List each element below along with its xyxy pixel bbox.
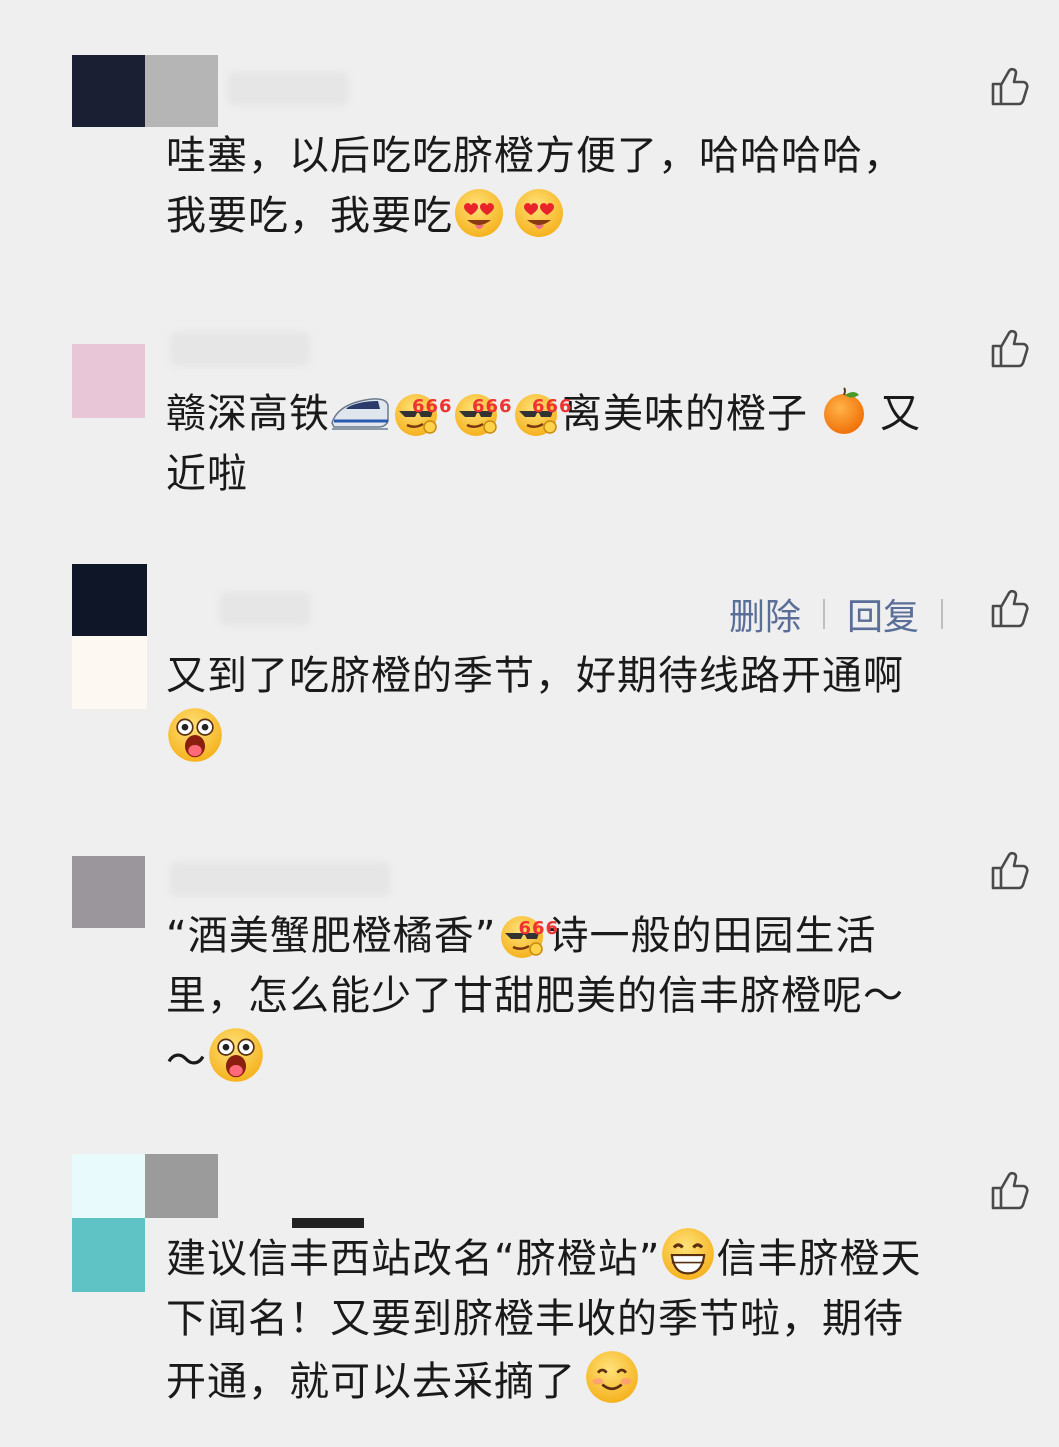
smiling-face-icon (584, 1349, 640, 1405)
avatar[interactable] (72, 856, 145, 928)
cool-666-icon: 666 (496, 907, 558, 959)
avatar-block (72, 564, 147, 636)
badge-666: 666 (518, 918, 560, 939)
cool-666-icon: 666 (450, 385, 512, 437)
avatar-block (72, 344, 145, 418)
avatar-block (72, 636, 147, 709)
divider (822, 599, 825, 629)
like-icon[interactable] (987, 586, 1031, 630)
comment-actions: 删除 回复 (729, 588, 965, 640)
divider (941, 599, 943, 629)
username-redacted (170, 332, 310, 366)
comment-1: 哇塞，以后吃吃脐橙方便了，哈哈哈哈， 我要吃，我要吃 (0, 0, 1059, 300)
orange-icon (818, 385, 870, 437)
heart-eyes-icon (453, 187, 505, 239)
avatar-block (72, 1218, 145, 1292)
comment-text-line: 里，怎么能少了甘甜肥美的信丰脐橙呢～ (166, 973, 904, 1019)
comment-text: 赣深高铁 666 666 666 离美味的橙子又近啦 (166, 384, 1019, 504)
comment-3: 删除 回复 又到了吃脐橙的季节，好期待线路开通啊 (0, 540, 1059, 830)
excited-face-icon (166, 706, 224, 764)
badge-666: 666 (412, 396, 453, 417)
avatar[interactable] (72, 344, 145, 418)
heart-eyes-icon (513, 187, 565, 239)
comment-text-line: 我要吃，我要吃 (166, 193, 453, 239)
comment-5: 建议信丰西站改名“脐橙站” 信丰脐橙天下闻名！又要到脐橙丰收的季节啦，期待 开通，就… (0, 1140, 1059, 1447)
cool-666-icon: 666 (390, 385, 452, 437)
comment-4: “酒美蟹肥橙橘香” 666 诗一般的田园生活里，怎么能少了甘甜肥美的信丰脐橙呢～ ～ (0, 830, 1059, 1140)
badge-666: 666 (472, 396, 513, 417)
like-icon[interactable] (987, 848, 1031, 892)
delete-link[interactable]: 删除 (729, 588, 801, 640)
comment-text-line: 赣深高铁 (166, 391, 330, 437)
comment-text-line: 离美味的橙子 (562, 391, 808, 437)
comment-text: 哇塞，以后吃吃脐橙方便了，哈哈哈哈， 我要吃，我要吃 (166, 126, 1019, 246)
avatar[interactable] (72, 55, 218, 127)
avatar-block (72, 1154, 145, 1218)
bullet-train-icon (330, 385, 390, 437)
like-icon[interactable] (987, 64, 1031, 108)
grinning-face-icon (660, 1226, 716, 1282)
username-redacted (228, 72, 348, 106)
comment-text: 建议信丰西站改名“脐橙站” 信丰脐橙天下闻名！又要到脐橙丰收的季节啦，期待 开通，就… (166, 1226, 1019, 1412)
comment-text: “酒美蟹肥橙橘香” 666 诗一般的田园生活里，怎么能少了甘甜肥美的信丰脐橙呢～ ～ (166, 906, 1019, 1091)
avatar-block (145, 1154, 218, 1218)
excited-face-icon (207, 1026, 265, 1084)
avatar-block (145, 55, 218, 127)
comment-text: 又到了吃脐橙的季节，好期待线路开通啊 (166, 646, 1019, 771)
comment-text-line: 开通，就可以去采摘了 (166, 1359, 576, 1405)
comment-text-line: 信丰脐橙天 (716, 1236, 922, 1282)
comment-text-line: 近啦 (166, 451, 248, 497)
comment-text-line: “酒美蟹肥橙橘香” (166, 913, 497, 959)
comment-text-line: 诗一般的田园生活 (548, 913, 877, 959)
cool-666-icon: 666 (510, 385, 572, 437)
like-icon[interactable] (987, 326, 1031, 370)
comment-text-line: ～ (166, 1038, 207, 1084)
avatar[interactable] (72, 564, 147, 709)
avatar-block (72, 856, 145, 928)
comment-text-line: 哇塞，以后吃吃脐橙方便了，哈哈哈哈， (166, 133, 904, 179)
username-redacted (170, 862, 390, 896)
comment-text-line: 下闻名！又要到脐橙丰收的季节啦，期待 (166, 1296, 904, 1342)
comment-2: 赣深高铁 666 666 666 离美味的橙子又近啦 (0, 300, 1059, 540)
comment-text-line: 建议信丰西站改名“脐橙站” (166, 1236, 661, 1282)
comment-text-line: 又 (880, 391, 921, 437)
username-redacted (220, 592, 310, 626)
badge-666: 666 (532, 396, 573, 417)
comment-text-line: 又到了吃脐橙的季节，好期待线路开通啊 (166, 653, 904, 699)
avatar-block (72, 55, 145, 127)
reply-link[interactable]: 回复 (847, 588, 919, 640)
like-icon[interactable] (987, 1168, 1031, 1212)
